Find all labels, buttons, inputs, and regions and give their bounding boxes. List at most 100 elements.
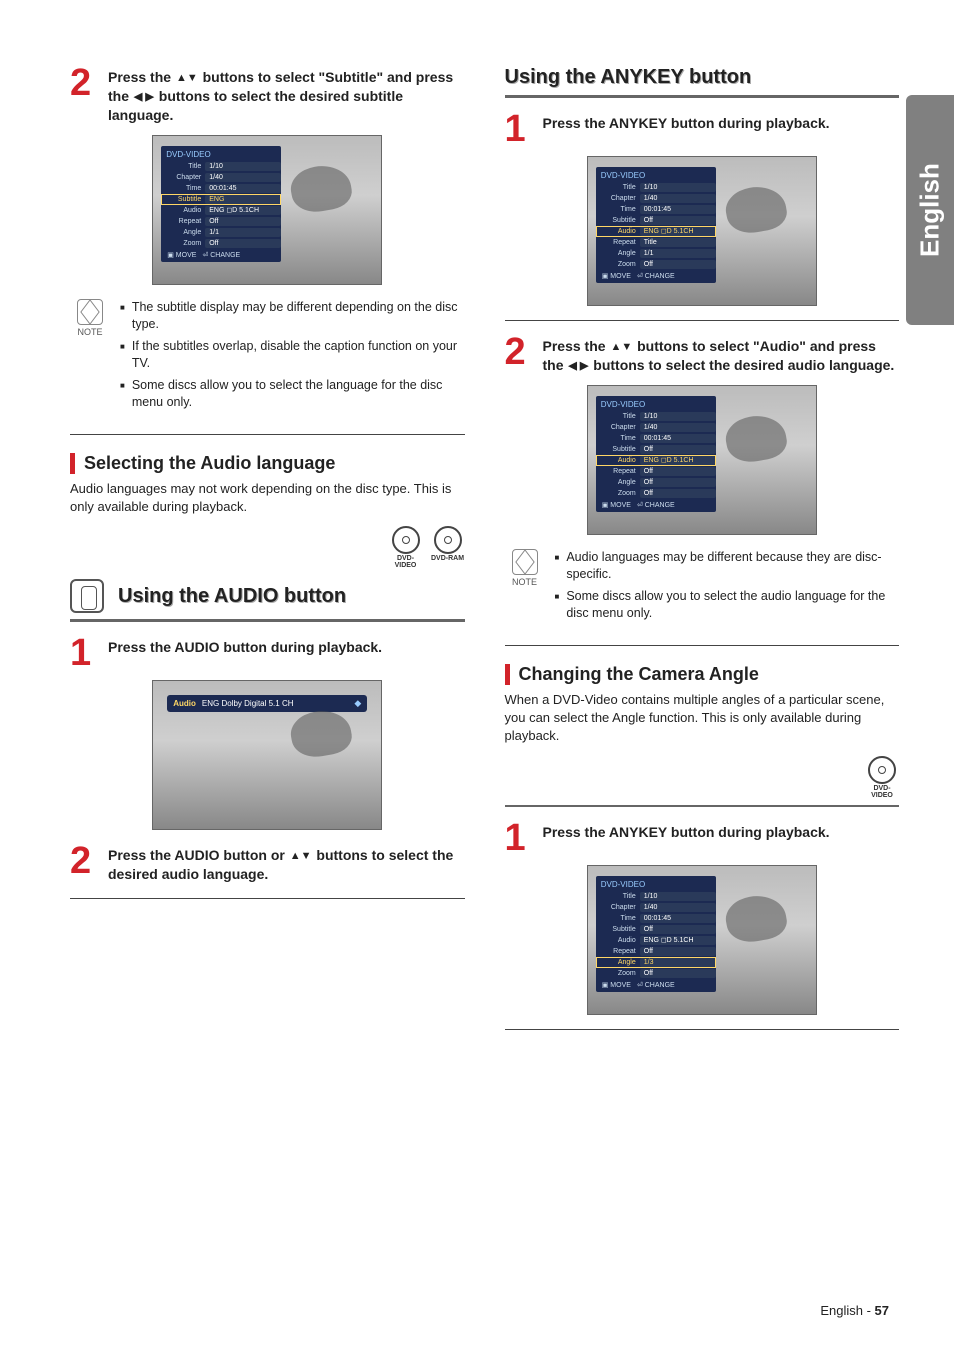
osd-panel: DVD-VIDEOTitle1/10Chapter1/40Time00:01:4… bbox=[596, 876, 716, 992]
divider bbox=[505, 320, 900, 321]
osd-row-label: Angle bbox=[596, 959, 640, 966]
osd-row-value: Off bbox=[640, 489, 716, 498]
osd-row: SubtitleENG bbox=[161, 194, 281, 205]
osd-row-value: 1/1 bbox=[205, 228, 281, 237]
screenshot-audio-banner: Audio ENG Dolby Digital 5.1 CH ◆ bbox=[152, 680, 382, 830]
osd-row-value: Off bbox=[640, 478, 716, 487]
osd-row-label: Angle bbox=[596, 479, 640, 486]
osd-panel: DVD-VIDEOTitle1/10Chapter1/40Time00:01:4… bbox=[596, 396, 716, 512]
osd-row-value: Off bbox=[640, 445, 716, 454]
osd-row: AngleOff bbox=[596, 477, 716, 488]
osd-row: RepeatOff bbox=[596, 466, 716, 477]
up-down-icon: ▲▼ bbox=[610, 340, 632, 355]
osd-panel: DVD-VIDEO Title 1/10Chapter1/40Time00:01:4… bbox=[596, 167, 716, 283]
osd-row-label: Zoom bbox=[161, 240, 205, 247]
osd-row-label: Repeat bbox=[596, 239, 640, 246]
left-right-icon: ◀ ▶ bbox=[134, 90, 154, 105]
osd-row: RepeatOff bbox=[161, 216, 281, 227]
osd-row-value: Off bbox=[640, 467, 716, 476]
osd-row-value: ENG ◻D 5.1CH bbox=[640, 936, 716, 945]
note-list: Audio languages may be different because… bbox=[555, 549, 900, 627]
step-audio-1: 1 Press the AUDIO button during playback… bbox=[70, 636, 465, 670]
osd-row-label: Subtitle bbox=[596, 926, 640, 933]
disc-badge: DVD-RAM bbox=[431, 526, 465, 569]
updown-indicator-icon: ◆ bbox=[354, 698, 361, 709]
osd-header: DVD-VIDEO bbox=[596, 169, 716, 182]
osd-row-value: Off bbox=[640, 947, 716, 956]
osd-row: SubtitleOff bbox=[596, 444, 716, 455]
note-item: Audio languages may be different because… bbox=[555, 549, 900, 584]
osd-row-value: 00:01:45 bbox=[640, 914, 716, 923]
osd-row-value: 1/10 bbox=[640, 892, 716, 901]
osd-row-value: Off bbox=[640, 216, 716, 225]
osd-row: AudioENG ◻D 5.1CH bbox=[596, 455, 716, 466]
heading-camera-angle: Changing the Camera Angle bbox=[505, 664, 900, 685]
osd-row: Chapter1/40 bbox=[596, 193, 716, 204]
osd-row: AudioENG ◻D 5.1CH bbox=[596, 935, 716, 946]
step-subtitle-2: 2 Press the ▲▼ buttons to select "Subtit… bbox=[70, 66, 465, 125]
heading-audio-button: Using the AUDIO button bbox=[118, 585, 346, 608]
step-number: 1 bbox=[505, 821, 533, 855]
step-number: 2 bbox=[70, 66, 98, 125]
audio-banner: Audio ENG Dolby Digital 5.1 CH ◆ bbox=[167, 695, 367, 712]
osd-row: ZoomOff bbox=[161, 238, 281, 249]
step-text: Press the ▲▼ buttons to select "Audio" a… bbox=[543, 335, 900, 375]
osd-row-label: Zoom bbox=[596, 970, 640, 977]
thick-divider bbox=[505, 805, 900, 807]
osd-row-value: 00:01:45 bbox=[640, 434, 716, 443]
step-anykey-2: 2 Press the ▲▼ buttons to select "Audio"… bbox=[505, 335, 900, 375]
note-block-subtitle: NOTE The subtitle display may be differe… bbox=[70, 299, 465, 416]
step-number: 1 bbox=[505, 112, 533, 146]
divider bbox=[70, 898, 465, 899]
osd-row-value: 1/10 bbox=[640, 183, 716, 192]
heading-anykey-button: Using the ANYKEY button bbox=[505, 66, 900, 89]
right-column: Using the ANYKEY button 1 Press the ANYK… bbox=[505, 60, 900, 1044]
osd-row-value: 1/40 bbox=[640, 423, 716, 432]
divider bbox=[505, 645, 900, 646]
osd-row-label: Repeat bbox=[161, 218, 205, 225]
step-text: Press the AUDIO button during playback. bbox=[108, 636, 382, 670]
osd-row-label: Zoom bbox=[596, 490, 640, 497]
osd-row: Time00:01:45 bbox=[596, 204, 716, 215]
osd-row-label: Chapter bbox=[596, 424, 640, 431]
osd-row-value: Title bbox=[640, 238, 716, 247]
osd-row: Title1/10 bbox=[596, 411, 716, 422]
osd-row: ZoomOff bbox=[596, 488, 716, 499]
osd-row-label: Subtitle bbox=[596, 217, 640, 224]
step-text: Press the ANYKEY button during playback. bbox=[543, 821, 830, 855]
osd-footer: ▣ MOVE⏎ CHANGE bbox=[596, 499, 716, 512]
disc-badge: DVD-VIDEO bbox=[389, 526, 423, 569]
disc-badges: DVD-VIDEODVD-RAM bbox=[70, 526, 465, 569]
step-anykey-1: 1 Press the ANYKEY button during playbac… bbox=[505, 112, 900, 146]
audio-value: ENG Dolby Digital 5.1 CH bbox=[202, 699, 294, 708]
osd-row: RepeatTitle bbox=[596, 237, 716, 248]
heading-audio-language: Selecting the Audio language bbox=[70, 453, 465, 474]
osd-row-value: 1/10 bbox=[640, 412, 716, 421]
osd-row: Chapter1/40 bbox=[596, 422, 716, 433]
osd-row-value: 1/40 bbox=[205, 173, 281, 182]
osd-row: Title1/10 bbox=[596, 891, 716, 902]
osd-row: Time00:01:45 bbox=[596, 913, 716, 924]
osd-row-label: Angle bbox=[596, 250, 640, 257]
osd-row-label: Audio bbox=[596, 937, 640, 944]
page-footer: English - 57 bbox=[820, 1303, 889, 1318]
left-column: 2 Press the ▲▼ buttons to select "Subtit… bbox=[70, 60, 465, 1044]
note-icon: NOTE bbox=[70, 299, 110, 416]
lead-camera-angle: When a DVD-Video contains multiple angle… bbox=[505, 691, 900, 746]
osd-row-label: Time bbox=[596, 206, 640, 213]
note-item: The subtitle display may be different de… bbox=[120, 299, 465, 334]
osd-row-label: Repeat bbox=[596, 948, 640, 955]
osd-row: ZoomOff bbox=[596, 259, 716, 270]
screenshot-audio-sel-osd: DVD-VIDEOTitle1/10Chapter1/40Time00:01:4… bbox=[587, 385, 817, 535]
osd-row-value: Off bbox=[640, 925, 716, 934]
step-number: 2 bbox=[505, 335, 533, 375]
note-item: If the subtitles overlap, disable the ca… bbox=[120, 338, 465, 373]
step-text: Press the AUDIO button or ▲▼ buttons to … bbox=[108, 844, 465, 884]
note-icon: NOTE bbox=[505, 549, 545, 627]
osd-header: DVD-VIDEO bbox=[161, 148, 281, 161]
note-item: Some discs allow you to select the langu… bbox=[120, 377, 465, 412]
step-number: 1 bbox=[70, 636, 98, 670]
osd-row-label: Repeat bbox=[596, 468, 640, 475]
osd-row: Time00:01:45 bbox=[161, 183, 281, 194]
osd-row-value: Off bbox=[640, 969, 716, 978]
